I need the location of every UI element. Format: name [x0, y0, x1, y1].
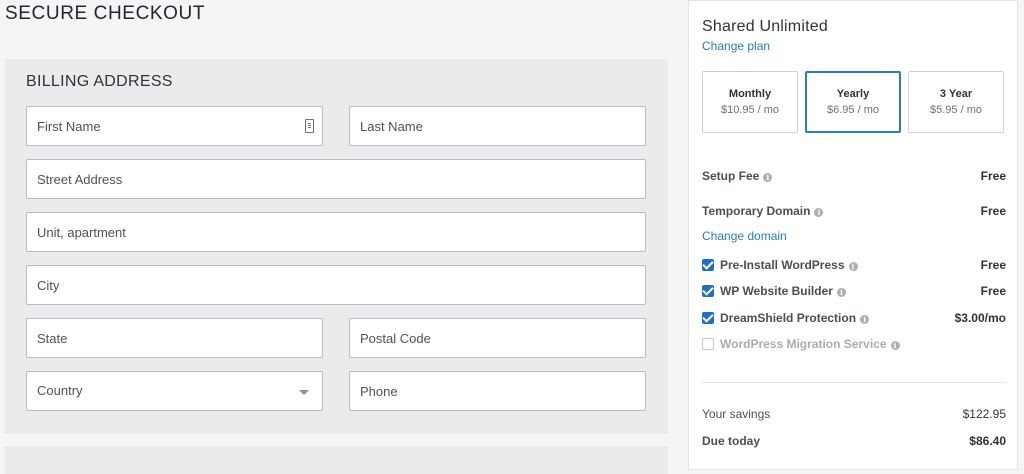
- city-input[interactable]: [27, 266, 645, 304]
- postal-code-field[interactable]: [349, 318, 646, 358]
- setup-fee-text: Setup Fee: [702, 169, 760, 183]
- addon-value: $3.00/mo: [954, 311, 1006, 325]
- term-name: Yearly: [836, 88, 870, 100]
- temporary-domain-text: Temporary Domain: [702, 204, 811, 218]
- info-icon[interactable]: i: [814, 208, 824, 217]
- city-field[interactable]: [26, 265, 646, 305]
- term-price: $5.95 / mo: [930, 104, 982, 116]
- info-icon[interactable]: i: [763, 173, 773, 182]
- due-today-value: $86.40: [969, 434, 1006, 448]
- setup-fee-label: Setup Fee i: [702, 169, 773, 183]
- checkbox-checked[interactable]: [702, 312, 714, 324]
- term-name: Monthly: [728, 88, 772, 100]
- last-name-input[interactable]: [350, 107, 645, 145]
- info-icon[interactable]: i: [860, 315, 870, 324]
- last-name-field[interactable]: [349, 106, 646, 146]
- addon-text: DreamShield Protection: [720, 311, 857, 325]
- info-icon[interactable]: i: [848, 262, 858, 271]
- temporary-domain-row: Temporary Domain i Free: [702, 204, 1006, 220]
- due-today-row: Due today $86.40: [702, 434, 1006, 450]
- addon-value: Free: [980, 284, 1006, 298]
- billing-address-panel: BILLING ADDRESS Country: [5, 59, 668, 434]
- phone-field[interactable]: [349, 371, 646, 411]
- addon-label: WP Website Builder i: [720, 284, 846, 298]
- country-select[interactable]: Country: [26, 371, 323, 411]
- state-field[interactable]: [26, 318, 323, 358]
- addon-row-dreamshield-protection[interactable]: DreamShield Protection i $3.00/mo: [702, 311, 1006, 327]
- phone-input[interactable]: [350, 372, 645, 410]
- addon-row-wordpress-migration-service[interactable]: WordPress Migration Service i: [702, 337, 1006, 353]
- term-name: 3 Year: [939, 88, 973, 100]
- savings-value: $122.95: [962, 407, 1006, 421]
- first-name-field[interactable]: [26, 106, 323, 146]
- change-plan-link[interactable]: Change plan: [702, 39, 770, 53]
- info-icon[interactable]: i: [836, 288, 846, 297]
- country-select-value: Country: [37, 383, 83, 398]
- term-price: $6.95 / mo: [827, 104, 879, 116]
- addon-label: DreamShield Protection i: [720, 311, 870, 325]
- due-today-label: Due today: [702, 434, 761, 448]
- addon-row-wp-website-builder[interactable]: WP Website Builder i Free: [702, 284, 1006, 300]
- street-address-input[interactable]: [27, 160, 645, 198]
- setup-fee-value: Free: [980, 169, 1006, 183]
- street-address-field[interactable]: [26, 159, 646, 199]
- temporary-domain-label: Temporary Domain i: [702, 204, 824, 218]
- next-section-panel: [5, 446, 668, 474]
- term-option-yearly[interactable]: Yearly $6.95 / mo: [805, 71, 901, 133]
- info-icon[interactable]: i: [890, 341, 900, 350]
- setup-fee-row: Setup Fee i Free: [702, 169, 1006, 185]
- postal-code-input[interactable]: [350, 319, 645, 357]
- change-domain-link[interactable]: Change domain: [702, 229, 787, 243]
- checkbox-unchecked[interactable]: [702, 338, 714, 350]
- first-name-input[interactable]: [27, 107, 322, 145]
- addon-label: WordPress Migration Service i: [720, 337, 900, 351]
- savings-label: Your savings: [702, 407, 771, 421]
- term-option-3-year[interactable]: 3 Year $5.95 / mo: [908, 71, 1004, 133]
- contact-card-icon[interactable]: [305, 119, 314, 133]
- addon-text: WordPress Migration Service: [720, 337, 887, 351]
- addon-text: Pre-Install WordPress: [720, 258, 845, 272]
- savings-row: Your savings $122.95: [702, 407, 1006, 423]
- unit-apartment-input[interactable]: [27, 213, 645, 251]
- billing-address-heading: BILLING ADDRESS: [26, 73, 173, 90]
- addon-text: WP Website Builder: [720, 284, 833, 298]
- term-price: $10.95 / mo: [720, 104, 780, 116]
- addon-row-pre-install-wordpress[interactable]: Pre-Install WordPress i Free: [702, 258, 1006, 274]
- summary-divider: [702, 382, 1006, 383]
- temporary-domain-value: Free: [980, 204, 1006, 218]
- order-summary: Shared Unlimited Change plan Monthly $10…: [688, 0, 1018, 470]
- addon-value: Free: [980, 258, 1006, 272]
- plan-name: Shared Unlimited: [702, 18, 828, 35]
- term-option-monthly[interactable]: Monthly $10.95 / mo: [702, 71, 798, 133]
- checkbox-checked[interactable]: [702, 259, 714, 271]
- unit-apartment-field[interactable]: [26, 212, 646, 252]
- addon-label: Pre-Install WordPress i: [720, 258, 858, 272]
- chevron-down-icon: [299, 390, 309, 395]
- checkbox-checked[interactable]: [702, 285, 714, 297]
- state-input[interactable]: [27, 319, 322, 357]
- page-title: SECURE CHECKOUT: [5, 3, 206, 24]
